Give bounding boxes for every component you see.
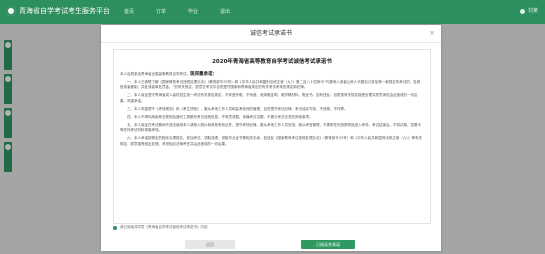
pledge-paragraph-1: 一、本人已清楚了解《国家教育考试违规处理办法》（教育部令33号）和《中华人民共和… [120,80,421,90]
pledge-paragraph-6: 六、本人承诺按规定的程序办理报名、参加考试、领取成绩、领取毕业证书等相关手续，若… [120,136,422,146]
intro-pledge-heading: 现郑重承诺： [190,72,217,77]
pledge-document[interactable]: 2020年青海省高等教育自学考试诚信考试承诺书 本人自愿参加青海省全国高等教育自… [113,49,431,224]
pledge-paragraph-5: 五、本人保证在考试期间不违法使用本人或他人照片和其他有效证件，遵守考场纪律，服从… [120,122,421,133]
modal-title: 诚信考试承诺书 [249,30,292,37]
confirm-pledge-button[interactable]: 已阅读并承诺 [301,240,355,249]
pledge-paragraph-3: 三、本人郑重遵守《考场规则》和《考生须知》，服从考场工作人员和监考老师的管理，自… [127,106,348,111]
integrity-pledge-modal: 诚信考试承诺书 × 2020年青海省高等教育自学考试诚信考试承诺书 本人自愿参加… [101,25,441,251]
document-body: 本人自愿参加青海省全国高等教育自学考试，现郑重承诺： 一、本人已清楚了解《国家教… [120,72,422,150]
intro-text: 本人自愿参加青海省全国高等教育自学考试， [120,72,190,76]
site-logo-icon [6,6,16,16]
top-navigation-bar: 青海省自学考试考生服务平台 首页 订单 毕业 退出 刘某 [0,0,545,24]
close-icon[interactable]: × [429,29,435,38]
nav-item-logout[interactable]: 退出 [220,8,230,16]
brand-title: 青海省自学考试考生服务平台 [19,7,110,15]
agree-checkbox-row[interactable]: 我已阅读并同意《青海省自学考试诚信考试承诺书》内容 [113,225,208,230]
agree-label: 我已阅读并同意《青海省自学考试诚信考试承诺书》内容 [120,225,208,229]
agree-radio[interactable] [113,225,117,230]
document-intro: 本人自愿参加青海省全国高等教育自学考试，现郑重承诺： [120,72,422,77]
document-title: 2020年青海省高等教育自学考试诚信考试承诺书 [212,59,332,65]
pledge-paragraph-2: 二、本人保证遵守青海省成人高校招生统一考试有关报名规定，不弄虚作假，不伪造、使用… [120,93,418,103]
modal-header: 诚信考试承诺书 × [101,25,441,43]
nav-item-home[interactable]: 首页 [124,8,134,16]
main-nav: 首页 订单 毕业 退出 [124,8,230,16]
nav-item-graduation[interactable]: 毕业 [188,8,198,16]
user-menu[interactable]: 刘某 [519,8,538,15]
brand[interactable]: 青海省自学考试考生服务平台 [6,6,110,16]
back-button[interactable]: 返回 [185,240,235,249]
user-name: 刘某 [527,8,538,14]
user-icon [519,9,525,14]
pledge-paragraph-4: 四、本人不得利用各种互联网及通讯工具散布考试违规信息，不有意泄露、传播考试试题，… [127,114,313,119]
nav-item-orders[interactable]: 订单 [156,8,166,16]
